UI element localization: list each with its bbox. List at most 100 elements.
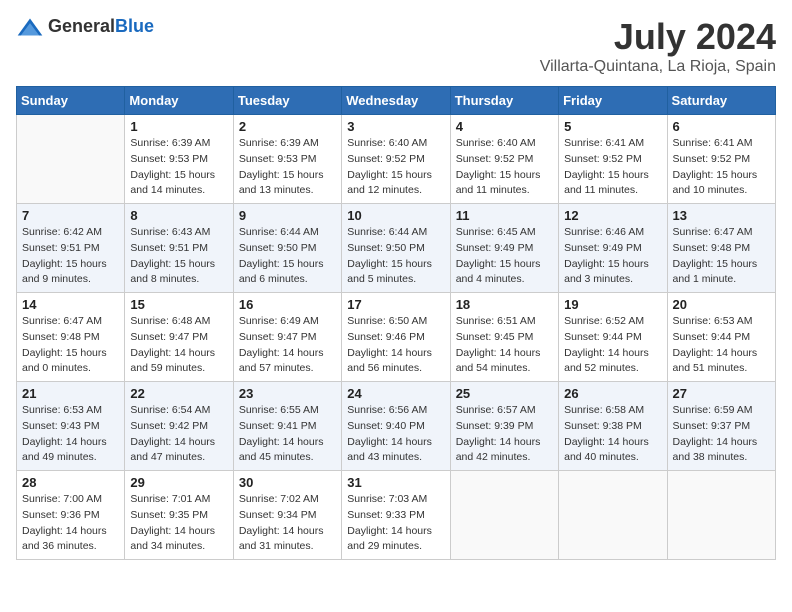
week-row: 14 Sunrise: 6:47 AMSunset: 9:48 PMDayligh… xyxy=(17,293,776,382)
day-number: 6 xyxy=(673,119,770,134)
day-number: 14 xyxy=(22,297,119,312)
day-info: Sunrise: 6:51 AMSunset: 9:45 PMDaylight:… xyxy=(456,314,553,377)
day-info: Sunrise: 6:41 AMSunset: 9:52 PMDaylight:… xyxy=(564,136,661,199)
day-info: Sunrise: 6:39 AMSunset: 9:53 PMDaylight:… xyxy=(130,136,227,199)
day-info: Sunrise: 6:47 AMSunset: 9:48 PMDaylight:… xyxy=(673,225,770,288)
day-number: 1 xyxy=(130,119,227,134)
logo-text: GeneralBlue xyxy=(48,16,154,37)
calendar-cell: 8 Sunrise: 6:43 AMSunset: 9:51 PMDaylight… xyxy=(125,204,233,293)
calendar-cell: 29 Sunrise: 7:01 AMSunset: 9:35 PMDayligh… xyxy=(125,471,233,560)
day-number: 23 xyxy=(239,386,336,401)
calendar-cell xyxy=(17,115,125,204)
day-info: Sunrise: 6:55 AMSunset: 9:41 PMDaylight:… xyxy=(239,403,336,466)
calendar-cell: 15Sunrise: 6:48 AMSunset: 9:47 PMDayligh… xyxy=(125,293,233,382)
day-info: Sunrise: 6:40 AMSunset: 9:52 PMDaylight:… xyxy=(347,136,444,199)
day-info: Sunrise: 6:54 AMSunset: 9:42 PMDaylight:… xyxy=(130,403,227,466)
calendar-cell: 5 Sunrise: 6:41 AMSunset: 9:52 PMDaylight… xyxy=(559,115,667,204)
day-info: Sunrise: 6:42 AMSunset: 9:51 PMDaylight:… xyxy=(22,225,119,288)
day-info: Sunrise: 6:50 AMSunset: 9:46 PMDaylight:… xyxy=(347,314,444,377)
day-info: Sunrise: 6:44 AMSunset: 9:50 PMDaylight:… xyxy=(239,225,336,288)
day-number: 12 xyxy=(564,208,661,223)
logo-general: General xyxy=(48,16,115,36)
day-number: 10 xyxy=(347,208,444,223)
week-row: 7 Sunrise: 6:42 AMSunset: 9:51 PMDaylight… xyxy=(17,204,776,293)
calendar-cell: 6 Sunrise: 6:41 AMSunset: 9:52 PMDaylight… xyxy=(667,115,775,204)
title-area: July 2024 Villarta-Quintana, La Rioja, S… xyxy=(540,16,776,76)
day-number: 16 xyxy=(239,297,336,312)
calendar-cell: 13Sunrise: 6:47 AMSunset: 9:48 PMDayligh… xyxy=(667,204,775,293)
day-info: Sunrise: 7:00 AMSunset: 9:36 PMDaylight:… xyxy=(22,492,119,555)
calendar-cell xyxy=(559,471,667,560)
logo-icon xyxy=(16,17,44,37)
day-number: 2 xyxy=(239,119,336,134)
week-row: 28Sunrise: 7:00 AMSunset: 9:36 PMDayligh… xyxy=(17,471,776,560)
day-info: Sunrise: 6:45 AMSunset: 9:49 PMDaylight:… xyxy=(456,225,553,288)
calendar-cell xyxy=(667,471,775,560)
calendar-cell: 17 Sunrise: 6:50 AMSunset: 9:46 PMDayligh… xyxy=(342,293,450,382)
calendar-cell: 28Sunrise: 7:00 AMSunset: 9:36 PMDayligh… xyxy=(17,471,125,560)
calendar-cell: 23 Sunrise: 6:55 AMSunset: 9:41 PMDayligh… xyxy=(233,382,341,471)
day-info: Sunrise: 6:56 AMSunset: 9:40 PMDaylight:… xyxy=(347,403,444,466)
day-number: 24 xyxy=(347,386,444,401)
calendar-cell: 10 Sunrise: 6:44 AMSunset: 9:50 PMDayligh… xyxy=(342,204,450,293)
day-info: Sunrise: 6:44 AMSunset: 9:50 PMDaylight:… xyxy=(347,225,444,288)
day-number: 31 xyxy=(347,475,444,490)
day-info: Sunrise: 6:53 AMSunset: 9:44 PMDaylight:… xyxy=(673,314,770,377)
day-number: 21 xyxy=(22,386,119,401)
day-number: 4 xyxy=(456,119,553,134)
header: GeneralBlue July 2024 Villarta-Quintana,… xyxy=(16,16,776,76)
weekday-header-row: SundayMondayTuesdayWednesdayThursdayFrid… xyxy=(17,87,776,115)
calendar-cell: 21Sunrise: 6:53 AMSunset: 9:43 PMDayligh… xyxy=(17,382,125,471)
day-number: 20 xyxy=(673,297,770,312)
day-info: Sunrise: 6:40 AMSunset: 9:52 PMDaylight:… xyxy=(456,136,553,199)
calendar-table: SundayMondayTuesdayWednesdayThursdayFrid… xyxy=(16,86,776,560)
day-info: Sunrise: 6:59 AMSunset: 9:37 PMDaylight:… xyxy=(673,403,770,466)
day-number: 7 xyxy=(22,208,119,223)
calendar-cell: 18Sunrise: 6:51 AMSunset: 9:45 PMDayligh… xyxy=(450,293,558,382)
calendar-cell: 22 Sunrise: 6:54 AMSunset: 9:42 PMDayligh… xyxy=(125,382,233,471)
day-info: Sunrise: 6:52 AMSunset: 9:44 PMDaylight:… xyxy=(564,314,661,377)
weekday-header-friday: Friday xyxy=(559,87,667,115)
calendar-cell: 11 Sunrise: 6:45 AMSunset: 9:49 PMDayligh… xyxy=(450,204,558,293)
weekday-header-tuesday: Tuesday xyxy=(233,87,341,115)
day-number: 5 xyxy=(564,119,661,134)
calendar-cell: 31 Sunrise: 7:03 AMSunset: 9:33 PMDayligh… xyxy=(342,471,450,560)
day-info: Sunrise: 6:41 AMSunset: 9:52 PMDaylight:… xyxy=(673,136,770,199)
day-info: Sunrise: 7:03 AMSunset: 9:33 PMDaylight:… xyxy=(347,492,444,555)
weekday-header-monday: Monday xyxy=(125,87,233,115)
day-number: 11 xyxy=(456,208,553,223)
day-number: 22 xyxy=(130,386,227,401)
day-number: 9 xyxy=(239,208,336,223)
day-number: 27 xyxy=(673,386,770,401)
day-info: Sunrise: 7:01 AMSunset: 9:35 PMDaylight:… xyxy=(130,492,227,555)
day-number: 29 xyxy=(130,475,227,490)
calendar-cell: 2 Sunrise: 6:39 AMSunset: 9:53 PMDaylight… xyxy=(233,115,341,204)
day-number: 17 xyxy=(347,297,444,312)
day-info: Sunrise: 6:47 AMSunset: 9:48 PMDaylight:… xyxy=(22,314,119,377)
weekday-header-wednesday: Wednesday xyxy=(342,87,450,115)
calendar-cell xyxy=(450,471,558,560)
day-number: 8 xyxy=(130,208,227,223)
day-info: Sunrise: 6:39 AMSunset: 9:53 PMDaylight:… xyxy=(239,136,336,199)
calendar-cell: 9 Sunrise: 6:44 AMSunset: 9:50 PMDaylight… xyxy=(233,204,341,293)
day-info: Sunrise: 6:58 AMSunset: 9:38 PMDaylight:… xyxy=(564,403,661,466)
weekday-header-saturday: Saturday xyxy=(667,87,775,115)
location-title: Villarta-Quintana, La Rioja, Spain xyxy=(540,58,776,76)
day-info: Sunrise: 7:02 AMSunset: 9:34 PMDaylight:… xyxy=(239,492,336,555)
calendar-cell: 3Sunrise: 6:40 AMSunset: 9:52 PMDaylight… xyxy=(342,115,450,204)
logo-blue: Blue xyxy=(115,16,154,36)
calendar-cell: 20 Sunrise: 6:53 AMSunset: 9:44 PMDayligh… xyxy=(667,293,775,382)
week-row: 1 Sunrise: 6:39 AMSunset: 9:53 PMDaylight… xyxy=(17,115,776,204)
day-number: 26 xyxy=(564,386,661,401)
calendar-cell: 25Sunrise: 6:57 AMSunset: 9:39 PMDayligh… xyxy=(450,382,558,471)
calendar-cell: 4 Sunrise: 6:40 AMSunset: 9:52 PMDaylight… xyxy=(450,115,558,204)
calendar-cell: 26 Sunrise: 6:58 AMSunset: 9:38 PMDayligh… xyxy=(559,382,667,471)
day-number: 19 xyxy=(564,297,661,312)
calendar-cell: 7 Sunrise: 6:42 AMSunset: 9:51 PMDaylight… xyxy=(17,204,125,293)
weekday-header-thursday: Thursday xyxy=(450,87,558,115)
logo: GeneralBlue xyxy=(16,16,154,37)
calendar-cell: 16 Sunrise: 6:49 AMSunset: 9:47 PMDayligh… xyxy=(233,293,341,382)
day-info: Sunrise: 6:49 AMSunset: 9:47 PMDaylight:… xyxy=(239,314,336,377)
day-info: Sunrise: 6:57 AMSunset: 9:39 PMDaylight:… xyxy=(456,403,553,466)
day-info: Sunrise: 6:43 AMSunset: 9:51 PMDaylight:… xyxy=(130,225,227,288)
